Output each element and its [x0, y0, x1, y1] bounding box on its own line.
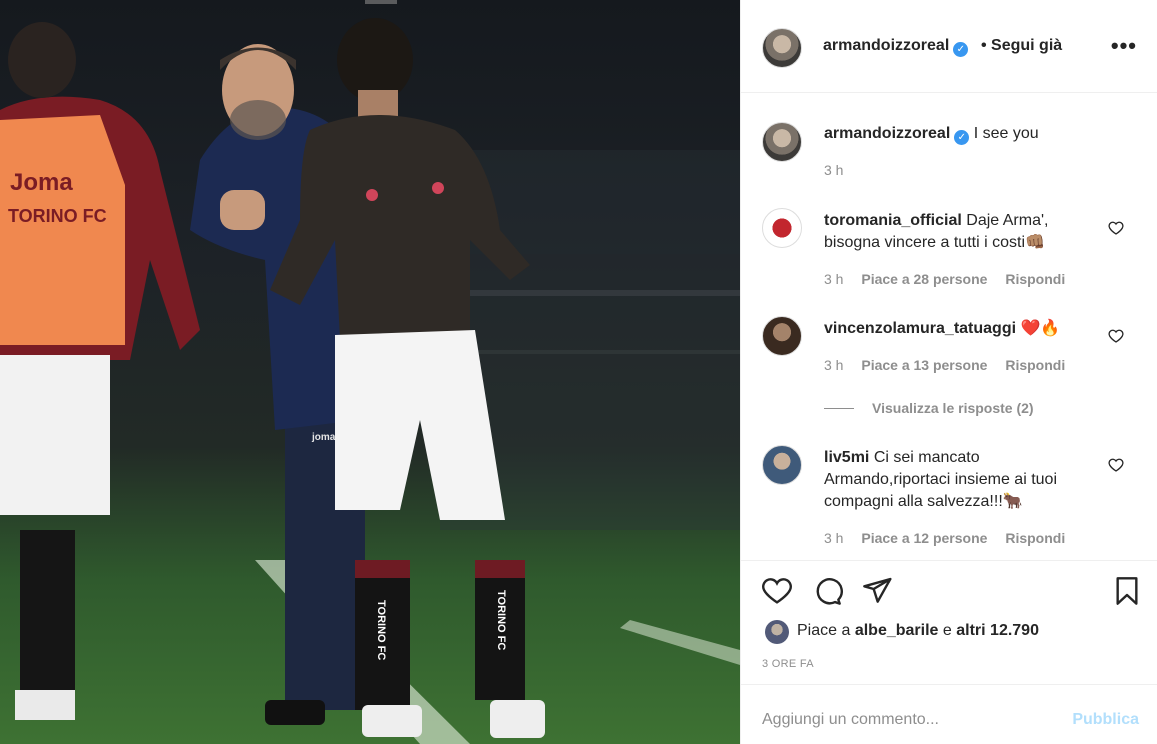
caption-username[interactable]: armandoizzoreal [824, 125, 950, 142]
caption-avatar[interactable] [762, 122, 802, 162]
like-heart-icon[interactable] [761, 575, 793, 607]
publish-button[interactable]: Pubblica [1072, 711, 1139, 729]
jacket-brand: joma [311, 432, 336, 443]
comment-input[interactable]: Aggiungi un commento... [762, 711, 939, 729]
player-left: Joma TORINO FC [0, 22, 200, 720]
save-bookmark-icon[interactable] [1111, 575, 1143, 607]
likes-conjunction: e [942, 622, 952, 639]
like-comment-heart-icon[interactable] [1108, 457, 1124, 473]
likes-summary: Piace a albe_barile e altri 12.790 [797, 622, 1039, 640]
like-comment-heart-icon[interactable] [1108, 220, 1124, 236]
author-username-text[interactable]: armandoizzoreal [823, 37, 949, 54]
view-replies-button[interactable]: Visualizza le risposte (2) [824, 400, 1034, 416]
like-comment-heart-icon[interactable] [1108, 328, 1124, 344]
author-avatar[interactable] [762, 28, 802, 68]
comment-text: ❤️🔥 [1020, 320, 1061, 337]
more-options-icon[interactable]: ••• [1111, 35, 1137, 57]
instagram-post-view: joma Joma TORINO FC TORINO FC TORINO FC … [0, 0, 1157, 744]
liker-avatar[interactable] [765, 620, 789, 644]
post-actions: Piace a albe_barile e altri 12.790 3 ORE… [741, 560, 1157, 684]
photo-illustration: joma Joma TORINO FC TORINO FC TORINO FC [0, 0, 740, 744]
likes-prefix: Piace a [797, 622, 851, 639]
comment-meta: 3 h Piace a 12 persone Rispondi [824, 530, 1079, 546]
comment-avatar[interactable] [762, 208, 802, 248]
comment-username[interactable]: vincenzolamura_tatuaggi [824, 320, 1016, 337]
comment-likes[interactable]: Piace a 12 persone [861, 530, 987, 546]
comment-username[interactable]: toromania_official [824, 212, 962, 229]
comments-list: armandoizzoreal ✓ I see you 3 h toromania… [741, 94, 1157, 560]
liker-username[interactable]: albe_barile [855, 622, 939, 639]
reply-button[interactable]: Rispondi [1005, 530, 1065, 546]
caption-text-block: armandoizzoreal ✓ I see you [824, 123, 1124, 145]
comment-meta: 3 h Piace a 13 persone Rispondi [824, 357, 1079, 373]
reply-button[interactable]: Rispondi [1005, 357, 1065, 373]
share-paper-plane-icon[interactable] [861, 575, 893, 607]
comment-likes[interactable]: Piace a 13 persone [861, 357, 987, 373]
likes-count[interactable]: altri 12.790 [956, 622, 1039, 639]
comment-time[interactable]: 3 h [824, 357, 843, 373]
sock-text-left: TORINO FC [375, 600, 387, 660]
post-header: armandoizzoreal ✓ • Segui già ••• [741, 0, 1157, 93]
follow-status-button[interactable]: • Segui già [981, 37, 1062, 55]
post-sidebar: armandoizzoreal ✓ • Segui già ••• armando… [740, 0, 1157, 744]
comment-bubble-icon[interactable] [811, 575, 843, 607]
author-username[interactable]: armandoizzoreal ✓ [823, 37, 969, 57]
comment-time[interactable]: 3 h [824, 271, 843, 287]
verified-badge-icon: ✓ [954, 130, 970, 145]
reply-button[interactable]: Rispondi [1005, 271, 1065, 287]
replies-divider [824, 408, 854, 409]
comment-text-block: toromania_official Daje Arma', bisogna v… [824, 210, 1104, 254]
comment-text-block: liv5mi Ci sei mancato Armando,riportaci … [824, 447, 1104, 513]
bib-team: TORINO FC [8, 206, 107, 226]
post-photo[interactable]: joma Joma TORINO FC TORINO FC TORINO FC [0, 0, 740, 744]
sock-text-right: TORINO FC [495, 590, 507, 650]
add-comment-bar: Aggiungi un commento... Pubblica [741, 684, 1157, 744]
comment-likes[interactable]: Piace a 28 persone [861, 271, 987, 287]
verified-badge-icon: ✓ [953, 42, 969, 57]
comment-meta: 3 h Piace a 28 persone Rispondi [824, 271, 1079, 287]
comment-avatar[interactable] [762, 445, 802, 485]
comment-username[interactable]: liv5mi [824, 449, 869, 466]
post-timestamp[interactable]: 3 ORE FA [762, 658, 814, 670]
comment-time[interactable]: 3 h [824, 530, 843, 546]
comment-text-block: vincenzolamura_tatuaggi ❤️🔥 [824, 318, 1124, 340]
view-replies-label[interactable]: Visualizza le risposte (2) [872, 400, 1034, 416]
caption-text: I see you [973, 125, 1039, 142]
caption-time[interactable]: 3 h [824, 162, 843, 178]
bib-brand: Joma [10, 169, 73, 196]
caption-meta: 3 h [824, 162, 857, 178]
comment-avatar[interactable] [762, 316, 802, 356]
